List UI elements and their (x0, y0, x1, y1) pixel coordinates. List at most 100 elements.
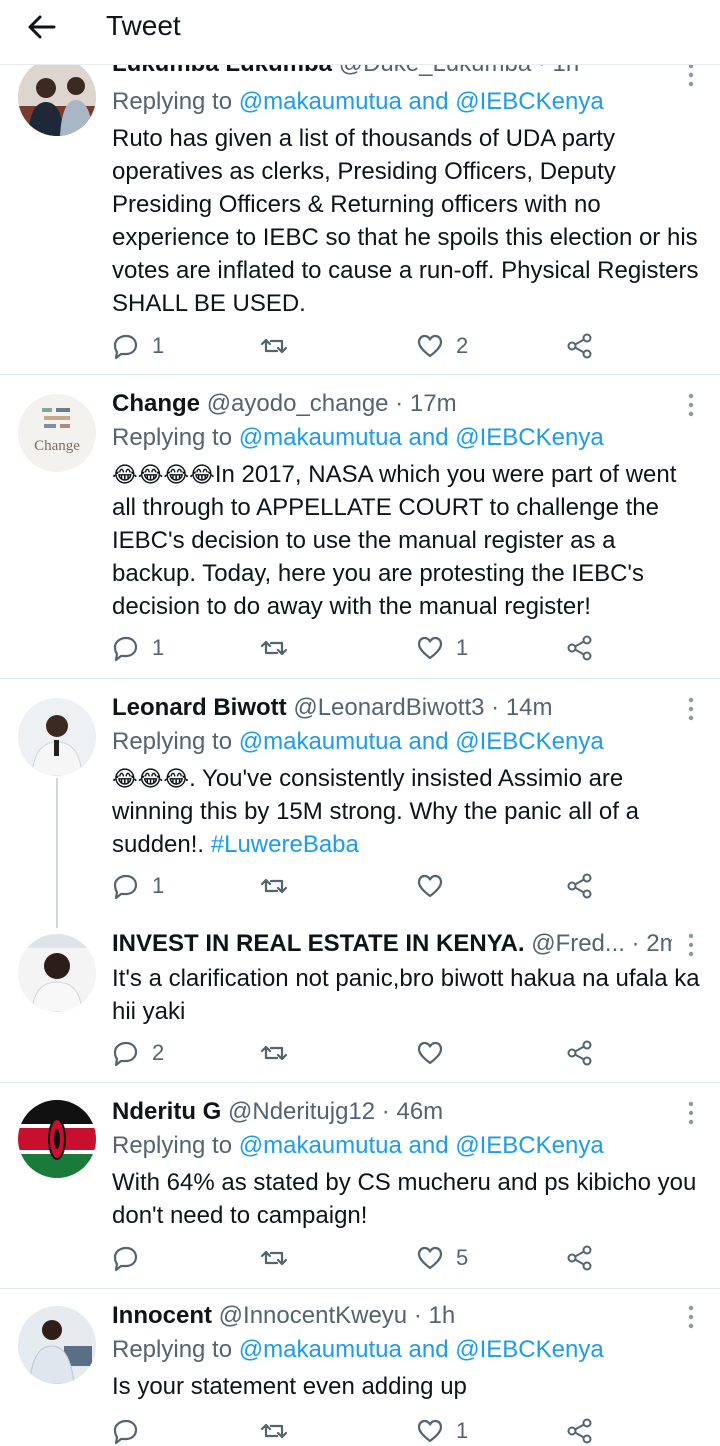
tweet[interactable]: Innocent @InnocentKweyu · 1h Replying to… (0, 1288, 720, 1446)
retweet-button[interactable] (260, 1038, 300, 1068)
emoji-laughing: 😂😂😂 (112, 766, 190, 791)
reply-icon (113, 1419, 138, 1445)
reply-icon (113, 874, 138, 900)
tweet-header: Innocent @InnocentKweyu · 1h (112, 1302, 455, 1330)
timestamp[interactable]: 14m (506, 694, 553, 721)
retweet-button[interactable] (260, 633, 300, 663)
reply-mentions-link[interactable]: @makaumutua and @IEBCKenya (239, 1336, 604, 1363)
tweet-text: Ruto has given a list of thousands of UD… (112, 125, 699, 317)
author-name[interactable]: Nderitu G (112, 1098, 221, 1125)
tweet[interactable]: Leonard Biwott @LeonardBiwott3 · 14m Rep… (0, 678, 720, 928)
reply-button[interactable] (112, 1416, 152, 1446)
tweet[interactable]: INVEST IN REAL ESTATE IN KENYA. @Fred...… (0, 918, 720, 1083)
avatar[interactable] (18, 58, 96, 136)
share-button[interactable] (566, 1243, 594, 1273)
more-options-icon[interactable] (686, 1304, 696, 1330)
heart-icon (417, 874, 443, 898)
reply-button[interactable]: 2 (112, 1038, 164, 1068)
replying-to: Replying to @makaumutua and @IEBCKenya (112, 424, 604, 452)
reply-button[interactable]: 1 (112, 871, 164, 901)
author-handle[interactable]: @ayodo_change (207, 390, 389, 417)
like-button[interactable]: 2 (416, 331, 468, 361)
reply-count: 1 (152, 333, 165, 358)
tweet[interactable]: Change Change @ayodo_change · 17m Replyi… (0, 374, 720, 679)
retweet-icon (260, 338, 288, 354)
tweet-header: Nderitu G @Nderitujg12 · 46m (112, 1098, 443, 1126)
share-button[interactable] (566, 1416, 594, 1446)
timestamp[interactable]: 1h (429, 1302, 456, 1329)
retweet-icon (260, 640, 288, 656)
like-button[interactable]: 1 (416, 1416, 468, 1446)
retweet-button[interactable] (260, 1243, 300, 1273)
author-handle[interactable]: @Fred... (531, 930, 625, 957)
like-button[interactable] (416, 1038, 456, 1068)
avatar[interactable] (18, 1306, 96, 1384)
avatar[interactable]: Change (18, 394, 96, 472)
retweet-icon (260, 1045, 288, 1061)
timestamp[interactable]: 2m (646, 930, 672, 957)
reply-mentions-link[interactable]: @makaumutua and @IEBCKenya (239, 1132, 604, 1159)
tweet-text: It's a clarification not panic,bro biwot… (112, 965, 700, 1025)
share-button[interactable] (566, 1038, 594, 1068)
author-name[interactable]: Change (112, 390, 200, 417)
more-options-icon[interactable] (686, 696, 696, 722)
timestamp[interactable]: 46m (396, 1098, 443, 1125)
heart-icon (417, 1246, 443, 1270)
replying-to: Replying to @makaumutua and @IEBCKenya (112, 728, 604, 756)
tweet-text: 😂😂😂😂In 2017, NASA which you were part of… (112, 458, 702, 623)
replying-to-label: Replying to (112, 1132, 233, 1159)
tweet-text-content: . You've consistently insisted Assimio a… (112, 765, 639, 858)
reply-mentions-link[interactable]: @makaumutua and @IEBCKenya (239, 424, 604, 451)
tweet-header: Change @ayodo_change · 17m (112, 390, 457, 418)
reply-count: 1 (152, 635, 165, 660)
share-button[interactable] (566, 871, 594, 901)
tweet-actions: 1 (112, 1416, 612, 1446)
more-options-icon[interactable] (686, 62, 696, 88)
share-button[interactable] (566, 633, 594, 663)
like-button[interactable]: 5 (416, 1243, 468, 1273)
author-handle[interactable]: @LeonardBiwott3 (293, 694, 484, 721)
reply-mentions-link[interactable]: @makaumutua and @IEBCKenya (239, 88, 604, 115)
reply-button[interactable] (112, 1243, 152, 1273)
replying-to-label: Replying to (112, 88, 233, 115)
retweet-icon (260, 1250, 288, 1266)
reply-button[interactable]: 1 (112, 331, 164, 361)
share-icon (567, 1418, 592, 1444)
separator-dot: · (631, 930, 640, 957)
reply-count: 2 (152, 1040, 165, 1065)
hashtag-link[interactable]: #LuwereBaba (211, 831, 359, 858)
more-options-icon[interactable] (686, 392, 696, 418)
tweet[interactable]: Nderitu G @Nderitujg12 · 46m Replying to… (0, 1082, 720, 1289)
author-name[interactable]: Innocent (112, 1302, 212, 1329)
avatar[interactable] (18, 1100, 96, 1178)
like-button[interactable] (416, 871, 456, 901)
tweet-actions: 2 (112, 1038, 612, 1068)
timestamp[interactable]: 17m (410, 390, 457, 417)
retweet-button[interactable] (260, 871, 300, 901)
top-bar: Tweet (0, 0, 720, 65)
author-name[interactable]: Leonard Biwott (112, 694, 287, 721)
more-options-icon[interactable] (686, 1100, 696, 1126)
reply-mentions-link[interactable]: @makaumutua and @IEBCKenya (239, 728, 604, 755)
tweet-text: With 64% as stated by CS mucheru and ps … (112, 1169, 697, 1229)
back-arrow-icon[interactable] (24, 12, 60, 42)
reply-button[interactable]: 1 (112, 633, 164, 663)
author-handle[interactable]: @Nderitujg12 (228, 1098, 375, 1125)
author-name[interactable]: INVEST IN REAL ESTATE IN KENYA. (112, 930, 525, 957)
heart-icon (417, 1419, 443, 1443)
share-button[interactable] (566, 331, 594, 361)
like-button[interactable]: 1 (416, 633, 468, 663)
replying-to: Replying to @makaumutua and @IEBCKenya (112, 88, 604, 116)
replying-to: Replying to @makaumutua and @IEBCKenya (112, 1336, 604, 1364)
avatar-label: Change (34, 438, 80, 454)
author-handle[interactable]: @InnocentKweyu (219, 1302, 407, 1329)
share-icon (567, 635, 592, 661)
avatar[interactable] (18, 698, 96, 776)
tweet-actions: 5 (112, 1243, 612, 1273)
avatar[interactable] (18, 934, 96, 1012)
more-options-icon[interactable] (686, 932, 696, 958)
tweet-header: Leonard Biwott @LeonardBiwott3 · 14m (112, 694, 553, 722)
retweet-button[interactable] (260, 1416, 300, 1446)
retweet-button[interactable] (260, 331, 300, 361)
tweet-text: 😂😂😂. You've consistently insisted Assimi… (112, 762, 702, 861)
